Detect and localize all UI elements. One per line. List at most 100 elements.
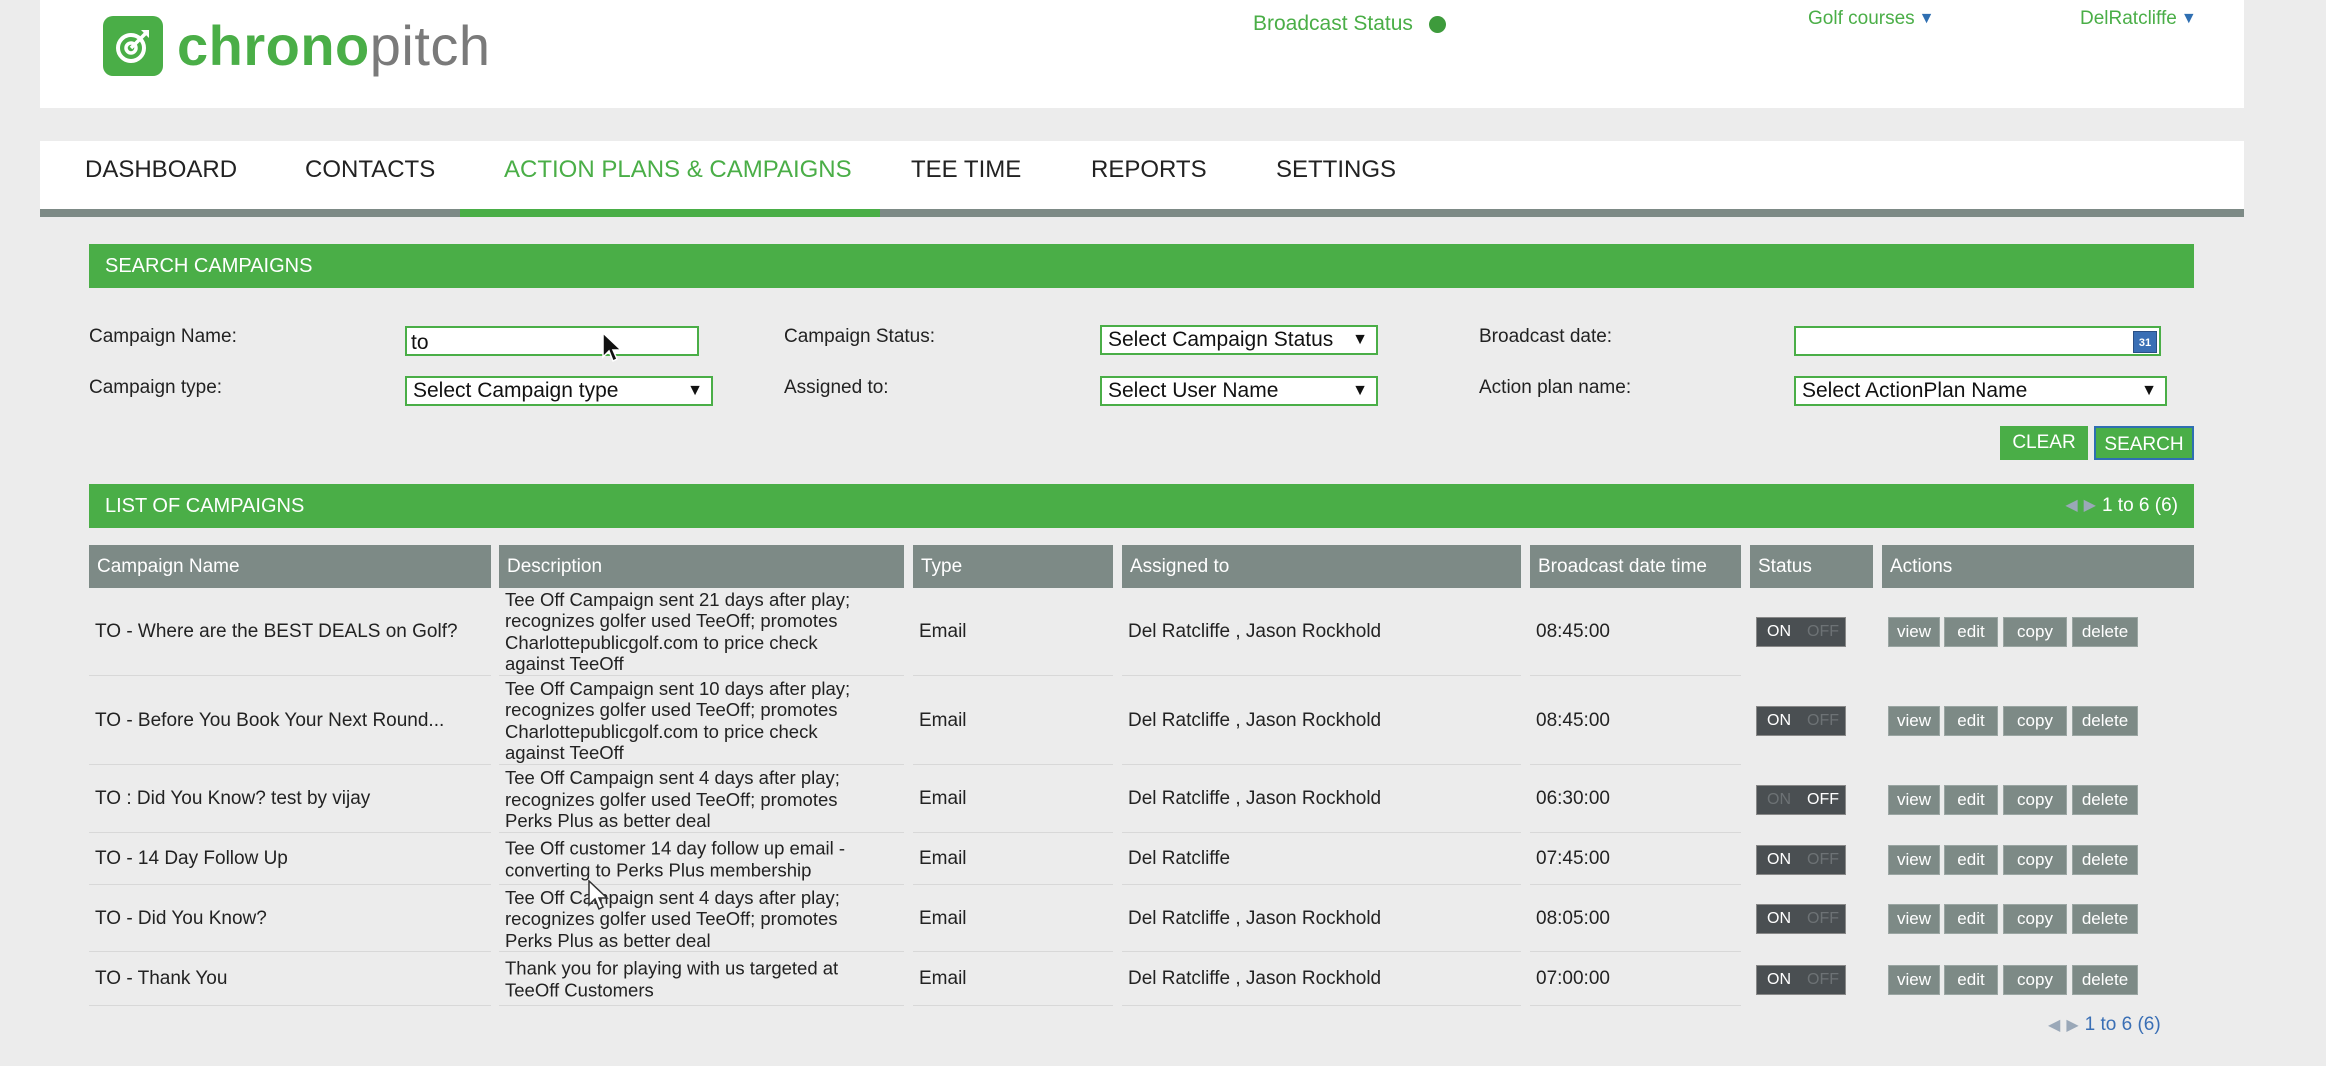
- description-line: recognizes golfer used TeeOff; promotes: [505, 788, 838, 810]
- cell-assigned-to: Del Ratcliffe , Jason Rockhold: [1122, 953, 1521, 1006]
- copy-button[interactable]: copy: [2003, 706, 2067, 736]
- status-toggle[interactable]: ON OFF: [1756, 904, 1846, 934]
- view-button[interactable]: view: [1888, 784, 1940, 815]
- tab-reports[interactable]: REPORTS: [1091, 141, 1207, 209]
- cell-type-text: Email: [919, 709, 967, 731]
- description-line: against TeeOff: [505, 742, 624, 763]
- toggle-off-label: OFF: [1807, 850, 1839, 868]
- campaign-type-select[interactable]: Select Campaign type ▼: [405, 376, 713, 406]
- cell-broadcast-time: 07:00:00: [1530, 953, 1741, 1006]
- delete-button[interactable]: delete: [2072, 844, 2138, 875]
- cell-broadcast-time-text: 06:30:00: [1536, 788, 1610, 809]
- delete-button[interactable]: delete: [2072, 964, 2138, 995]
- campaign-status-value: Select Campaign Status: [1108, 328, 1334, 351]
- tab-action-plans-campaigns[interactable]: ACTION PLANS & CAMPAIGNS: [460, 141, 880, 217]
- tab-dashboard[interactable]: DASHBOARD: [85, 141, 237, 209]
- cell-assigned-to-text: Del Ratcliffe: [1128, 848, 1231, 869]
- tab-settings[interactable]: SETTINGS: [1276, 141, 1396, 209]
- cell-campaign-name-text: TO - 14 Day Follow Up: [95, 848, 288, 869]
- col-type[interactable]: Type: [913, 545, 1113, 588]
- calendar-icon[interactable]: 31: [2133, 331, 2157, 353]
- view-button[interactable]: view: [1888, 904, 1940, 934]
- status-toggle[interactable]: ON OFF: [1756, 706, 1846, 736]
- col-assigned-to[interactable]: Assigned to: [1122, 545, 1521, 588]
- edit-button[interactable]: edit: [1944, 784, 1998, 815]
- copy-button[interactable]: copy: [2003, 844, 2067, 875]
- cell-assigned-to: Del Ratcliffe , Jason Rockhold: [1122, 588, 1521, 676]
- tab-tee-time[interactable]: TEE TIME: [911, 141, 1021, 209]
- cell-description: Tee Off Campaign sent 4 days after play;…: [499, 766, 904, 833]
- pager-text: 1 to 6 (6): [2084, 1014, 2161, 1035]
- edit-button[interactable]: edit: [1944, 844, 1998, 875]
- cell-assigned-to: Del Ratcliffe , Jason Rockhold: [1122, 766, 1521, 833]
- user-dropdown[interactable]: DelRatcliffe ▼: [2080, 8, 2197, 30]
- copy-button[interactable]: copy: [2003, 784, 2067, 815]
- tab-contacts[interactable]: CONTACTS: [305, 141, 435, 209]
- action-plan-label: Action plan name:: [1479, 377, 1632, 398]
- status-toggle[interactable]: ON OFF: [1756, 964, 1846, 995]
- broadcast-status-label: Broadcast Status: [1253, 12, 1413, 35]
- view-button[interactable]: view: [1888, 706, 1940, 736]
- broadcast-status[interactable]: Broadcast Status: [1253, 12, 1446, 36]
- col-status[interactable]: Status: [1750, 545, 1873, 588]
- copy-button[interactable]: copy: [2003, 617, 2067, 647]
- caret-down-icon: ▼: [1918, 10, 1935, 27]
- status-toggle[interactable]: ON OFF: [1756, 617, 1846, 647]
- edit-button[interactable]: edit: [1944, 617, 1998, 647]
- golf-courses-dropdown[interactable]: Golf courses ▼: [1808, 8, 1935, 30]
- view-button[interactable]: view: [1888, 844, 1940, 875]
- prev-page-icon[interactable]: ◀: [2065, 484, 2077, 528]
- main-nav: DASHBOARD CONTACTS ACTION PLANS & CAMPAI…: [40, 141, 2244, 217]
- copy-button[interactable]: copy: [2003, 904, 2067, 934]
- next-page-icon[interactable]: ▶: [2084, 484, 2096, 528]
- top-pager: ◀ ▶ 1 to 6 (6): [2065, 484, 2178, 528]
- select-arrow-icon: ▼: [1352, 382, 1368, 399]
- search-button[interactable]: SEARCH: [2094, 426, 2194, 460]
- description-line: Tee Off Campaign sent 10 days after play…: [505, 677, 851, 699]
- edit-button[interactable]: edit: [1944, 706, 1998, 736]
- delete-button[interactable]: delete: [2072, 904, 2138, 934]
- prev-page-icon[interactable]: ◀: [2048, 1015, 2060, 1035]
- description-line: against TeeOff: [505, 653, 624, 674]
- delete-button[interactable]: delete: [2072, 706, 2138, 736]
- assigned-to-select[interactable]: Select User Name ▼: [1100, 376, 1378, 406]
- cell-broadcast-time: 07:45:00: [1530, 834, 1741, 885]
- description-line: Tee Off Campaign sent 4 days after play;: [505, 886, 840, 908]
- action-plan-select[interactable]: Select ActionPlan Name ▼: [1794, 376, 2167, 406]
- col-description[interactable]: Description: [499, 545, 904, 588]
- action-plan-value: Select ActionPlan Name: [1802, 379, 2028, 402]
- description-line: Tee Off customer 14 day follow up email …: [505, 837, 846, 859]
- campaign-name-input[interactable]: to: [405, 326, 699, 356]
- cell-campaign-name: TO - Where are the BEST DEALS on Golf?: [89, 588, 491, 676]
- view-button[interactable]: view: [1888, 964, 1940, 995]
- copy-button[interactable]: copy: [2003, 964, 2067, 995]
- cell-description: Tee Off Campaign sent 21 days after play…: [499, 588, 904, 676]
- delete-button[interactable]: delete: [2072, 617, 2138, 647]
- next-page-icon[interactable]: ▶: [2066, 1015, 2078, 1035]
- clear-button[interactable]: CLEAR: [2000, 426, 2088, 460]
- col-campaign-name[interactable]: Campaign Name: [89, 545, 491, 588]
- edit-button[interactable]: edit: [1944, 904, 1998, 934]
- cell-description-text: Tee Off Campaign sent 21 days after play…: [505, 589, 905, 675]
- cell-type-text: Email: [919, 848, 967, 869]
- campaign-status-select[interactable]: Select Campaign Status ▼: [1100, 325, 1378, 355]
- cell-assigned-to: Del Ratcliffe , Jason Rockhold: [1122, 677, 1521, 765]
- select-arrow-icon: ▼: [2141, 382, 2157, 399]
- cell-broadcast-time-text: 07:00:00: [1536, 968, 1610, 989]
- cell-type: Email: [913, 886, 1113, 952]
- cell-type-text: Email: [919, 907, 967, 929]
- edit-button[interactable]: edit: [1944, 964, 1998, 995]
- cell-description: Thank you for playing with us targeted a…: [499, 953, 904, 1006]
- chronopitch-logo[interactable]: chronopitch: [103, 16, 491, 76]
- status-toggle[interactable]: ON OFF: [1756, 784, 1846, 815]
- broadcast-date-input[interactable]: 31: [1794, 326, 2161, 356]
- mouse-pointer-icon: [588, 879, 610, 917]
- view-button[interactable]: view: [1888, 617, 1940, 647]
- cell-broadcast-time-text: 08:05:00: [1536, 907, 1610, 929]
- col-broadcast-date-time[interactable]: Broadcast date time: [1530, 545, 1741, 588]
- cell-broadcast-time-text: 08:45:00: [1536, 709, 1610, 731]
- cell-broadcast-time: 08:05:00: [1530, 886, 1741, 952]
- status-toggle[interactable]: ON OFF: [1756, 844, 1846, 875]
- search-campaigns-bar: SEARCH CAMPAIGNS: [89, 244, 2194, 288]
- delete-button[interactable]: delete: [2072, 784, 2138, 815]
